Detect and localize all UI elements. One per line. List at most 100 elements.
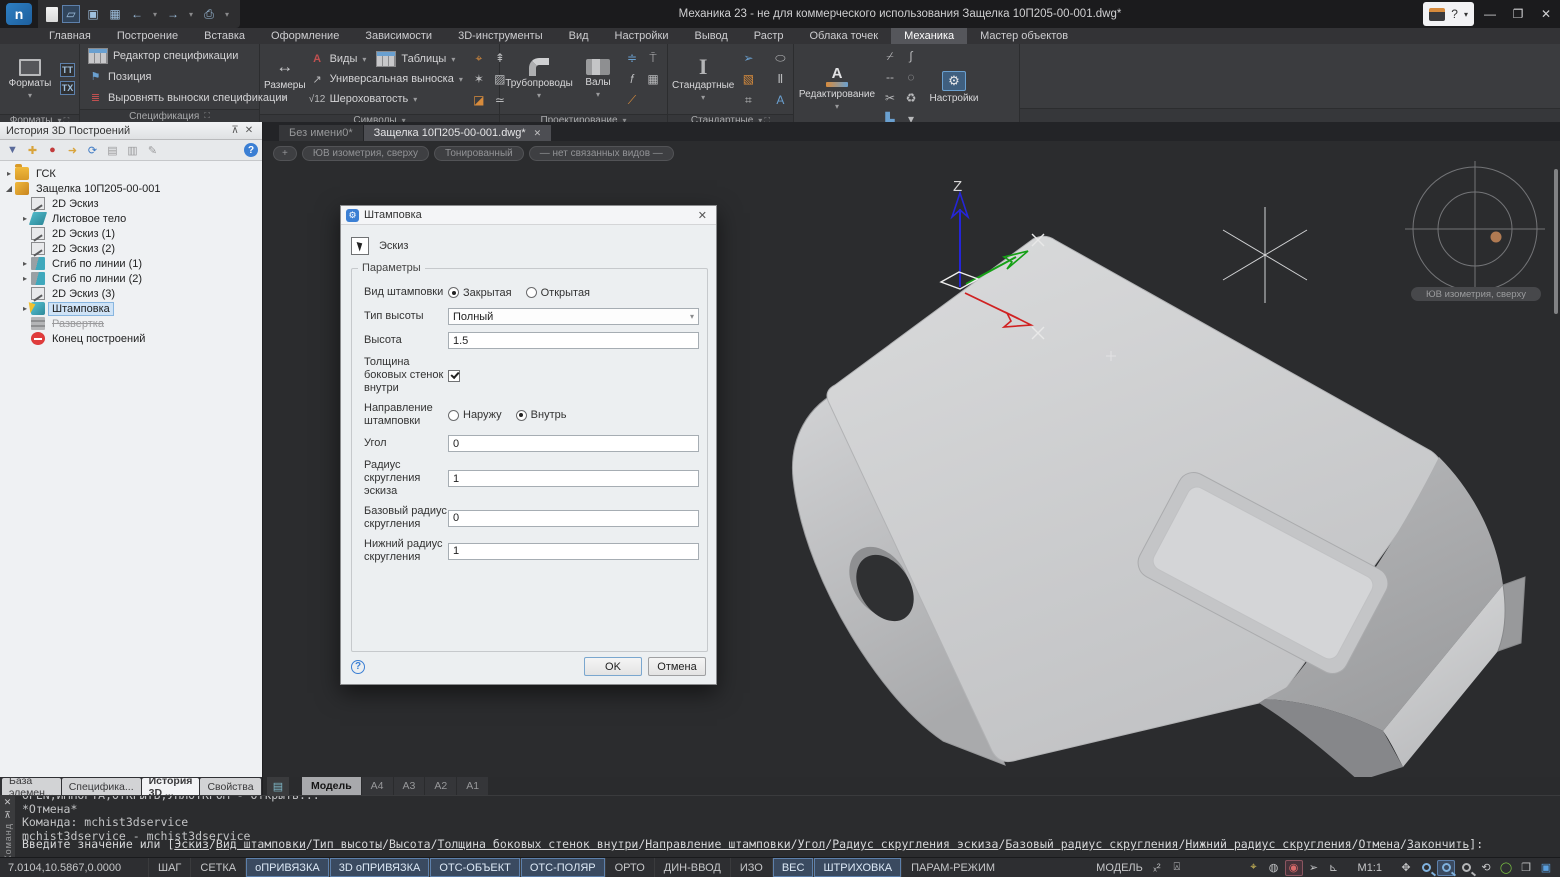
status-toggle-3D оПРИВЯЗКА[interactable]: 3D оПРИВЯЗКА (329, 858, 430, 877)
export-icon[interactable]: ➜ (64, 142, 81, 158)
stamp-type-open-radio[interactable]: Открытая (526, 287, 590, 299)
scale-group[interactable]: М1:1 (1344, 858, 1396, 877)
text-a-icon[interactable]: A (771, 91, 789, 109)
help-button[interactable]: ? (1451, 7, 1458, 21)
command-line-panel[interactable]: ✕ ⊼ Команд OPEN,ИМПОРТА,ОТКРЫТЬ,УПЛОТКРО… (0, 795, 1560, 857)
spline-icon[interactable]: ∫ (902, 47, 920, 65)
viewport-control-1[interactable]: Тонированный (434, 146, 524, 161)
dialog-title-bar[interactable]: ⚙ Штамповка ✕ (341, 206, 716, 225)
ok-button[interactable]: OK (584, 657, 642, 676)
collapse-icon[interactable]: ▸ (20, 214, 30, 223)
command-pin-icon[interactable]: ⊼ (4, 810, 11, 821)
angle-input[interactable]: 0 (448, 435, 699, 452)
toolbar-menu-icon[interactable]: ▾ (222, 5, 232, 23)
document-tab[interactable]: Без имени0* (279, 125, 363, 141)
status-toggle-ШТРИХОВКА[interactable]: ШТРИХОВКА (813, 858, 901, 877)
layout-tab-А3[interactable]: А3 (394, 777, 425, 795)
menu-tab-Построение[interactable]: Построение (104, 28, 191, 44)
zoom-icon[interactable] (1417, 860, 1435, 876)
circle-dash-icon[interactable]: ◌ (902, 68, 920, 86)
bottom-radius-input[interactable]: 1 (448, 543, 699, 560)
roughness-button[interactable]: √12 Шероховатость▾ (310, 90, 463, 109)
menu-tab-Настройки[interactable]: Настройки (602, 28, 682, 44)
redo-menu-icon[interactable]: ▾ (186, 5, 196, 23)
locator-toggle-icon[interactable]: ◯ (1497, 860, 1515, 876)
status-toggle-оПРИВЯЗКА[interactable]: оПРИВЯЗКА (245, 858, 329, 877)
zoom-realtime-icon[interactable] (1437, 860, 1455, 876)
command-option[interactable]: Базовый радиус скругления (1005, 837, 1178, 851)
weld-icon[interactable]: ⌖ (470, 49, 488, 67)
viewports-icon[interactable]: ❐ (1517, 860, 1535, 876)
panel-tab-База элемен...[interactable]: База элемен... (2, 778, 61, 795)
command-option[interactable]: Вид штамповки (216, 837, 306, 851)
document-tab[interactable]: Защелка 10П205-00-001.dwg*✕ (364, 125, 552, 141)
menu-tab-Оформление[interactable]: Оформление (258, 28, 352, 44)
graph-icon[interactable]: ⊾ (1325, 860, 1343, 876)
universal-leader-button[interactable]: ↗ Универсальная выноска▾ (310, 70, 463, 89)
column-icon[interactable]: ⍑ (644, 49, 662, 67)
stamp-type-closed-radio[interactable]: Закрытая (448, 287, 512, 299)
status-toggle-ОТС-ПОЛЯР[interactable]: ОТС-ПОЛЯР (520, 858, 605, 877)
direction-out-radio[interactable]: Наружу (448, 409, 502, 421)
tree-item[interactable]: ▸Сгиб по линии (2) (0, 271, 262, 286)
menu-tab-Вид[interactable]: Вид (556, 28, 602, 44)
toolbox-icon[interactable] (1429, 8, 1445, 21)
edit-report-icon[interactable]: ✎ (144, 142, 161, 158)
cancel-button[interactable]: Отмена (648, 657, 706, 676)
tree-item[interactable]: 2D Эскиз (0, 196, 262, 211)
redo-icon[interactable]: → (164, 5, 182, 23)
help-menu-icon[interactable]: ▾ (1464, 10, 1468, 19)
error-icon[interactable]: ● (44, 142, 61, 158)
editing-button[interactable]: A Редактирование▾ (798, 55, 876, 121)
menu-tab-3D-инструменты[interactable]: 3D-инструменты (445, 28, 556, 44)
filter-icon[interactable]: ▼ (4, 142, 21, 158)
dashes-icon[interactable]: -- (881, 68, 899, 86)
height-input[interactable]: 1.5 (448, 332, 699, 349)
group-box-icon[interactable]: ▧ (739, 70, 757, 88)
command-option[interactable]: Толщина боковых стенок внутри (438, 837, 639, 851)
tt-button[interactable]: ТТ (60, 63, 75, 77)
command-option[interactable]: Тип высоты (313, 837, 382, 851)
minimize-button[interactable]: — (1476, 0, 1504, 28)
link-icon[interactable]: ✂ (881, 89, 899, 107)
expand-icon[interactable]: ◢ (4, 184, 14, 193)
menu-tab-Облака точек[interactable]: Облака точек (797, 28, 892, 44)
pin-icon[interactable]: ⊼ (228, 125, 242, 136)
menu-tab-Механика[interactable]: Механика (891, 28, 967, 44)
add-viewport-control[interactable]: + (273, 146, 297, 161)
contour-icon[interactable]: ⬭ (771, 49, 789, 67)
save-icon[interactable]: ▣ (84, 5, 102, 23)
layout-tab-Модель[interactable]: Модель (302, 777, 361, 795)
command-option[interactable]: Отмена (1358, 837, 1400, 851)
status-toggle-ИЗО[interactable]: ИЗО (730, 858, 772, 877)
layout-tab-А4[interactable]: А4 (362, 777, 393, 795)
collapse-icon[interactable]: ▸ (20, 274, 30, 283)
base-radius-input[interactable]: 0 (448, 510, 699, 527)
formats-button[interactable]: Форматы▾ (4, 46, 56, 112)
panel-tab-Специфика...[interactable]: Специфика... (62, 778, 141, 795)
bulb-icon[interactable]: ◍ (1265, 860, 1283, 876)
new-file-icon[interactable] (46, 7, 58, 22)
panel-tab-История 3D ...[interactable]: История 3D ... (142, 778, 200, 795)
shafts-button[interactable]: Валы▾ (578, 46, 618, 112)
collapse-icon[interactable]: ▸ (20, 259, 30, 268)
layout-list-icon[interactable]: ▤ (267, 777, 289, 795)
sketch-radius-input[interactable]: 1 (448, 470, 699, 487)
undo-menu-icon[interactable]: ▾ (150, 5, 160, 23)
save-as-icon[interactable]: ▦ (106, 5, 124, 23)
status-toggle-ШАГ[interactable]: ШАГ (148, 858, 190, 877)
status-toggle-ДИН-ВВОД[interactable]: ДИН-ВВОД (654, 858, 730, 877)
tree-item[interactable]: ▸Листовое тело (0, 211, 262, 226)
angle-line-icon[interactable]: ⌿ (881, 47, 899, 65)
add-body-icon[interactable]: ✚ (24, 142, 41, 158)
height-type-select[interactable]: Полный ▾ (448, 308, 699, 325)
tree-item[interactable]: 2D Эскиз (3) (0, 286, 262, 301)
fullscreen-icon[interactable]: ▣ (1537, 860, 1555, 876)
layout-tab-А2[interactable]: А2 (425, 777, 456, 795)
formula-icon[interactable]: 𝑓 (623, 70, 641, 88)
zoom-window-icon[interactable] (1457, 860, 1475, 876)
collapse-icon[interactable]: ▸ (4, 169, 14, 178)
command-option[interactable]: Радиус скругления эскиза (832, 837, 998, 851)
tx-button[interactable]: ТХ (60, 81, 75, 95)
status-toggle-ОРТО[interactable]: ОРТО (605, 858, 654, 877)
